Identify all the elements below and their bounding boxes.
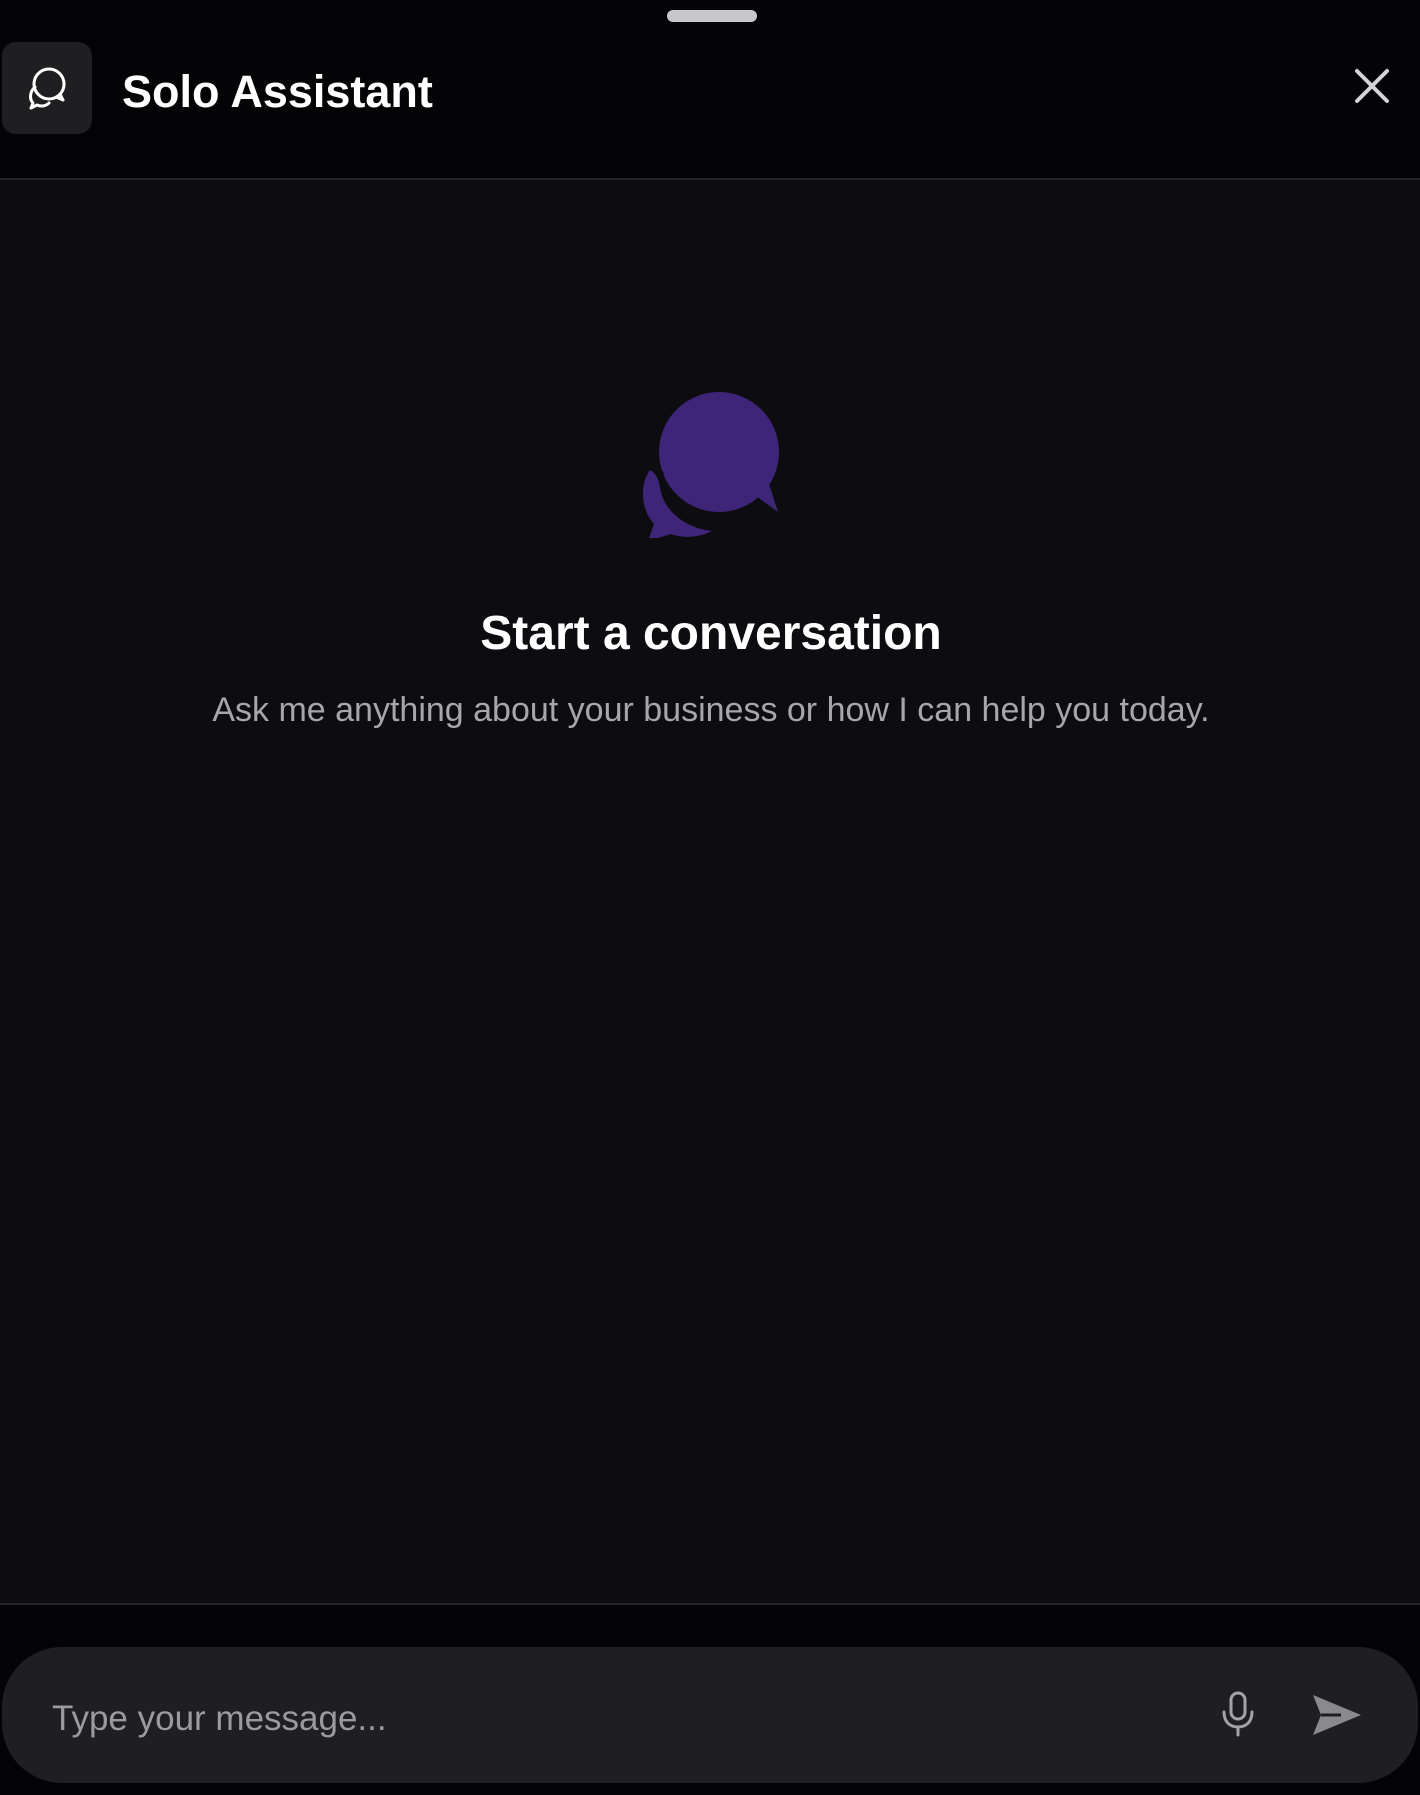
empty-state-title: Start a conversation	[480, 607, 942, 660]
message-composer	[2, 1647, 1418, 1783]
chat-header: Solo Assistant	[0, 0, 1420, 180]
assistant-title: Solo Assistant	[122, 66, 433, 117]
microphone-button[interactable]	[1210, 1683, 1266, 1745]
close-button[interactable]	[1348, 62, 1396, 110]
assistant-avatar	[2, 42, 92, 134]
message-input[interactable]	[52, 1681, 1152, 1757]
composer-bar	[0, 1603, 1420, 1795]
chat-window: Solo Assistant Start a conversation Ask …	[0, 0, 1420, 1795]
send-button[interactable]	[1307, 1685, 1367, 1745]
close-icon	[1355, 69, 1389, 103]
chat-bubbles-icon	[643, 392, 779, 538]
drag-handle[interactable]	[667, 10, 757, 22]
microphone-icon	[1222, 1691, 1254, 1737]
chat-bubbles-outline-icon	[29, 67, 66, 110]
send-icon	[1313, 1695, 1361, 1735]
empty-state-subtitle: Ask me anything about your business or h…	[212, 691, 1210, 729]
